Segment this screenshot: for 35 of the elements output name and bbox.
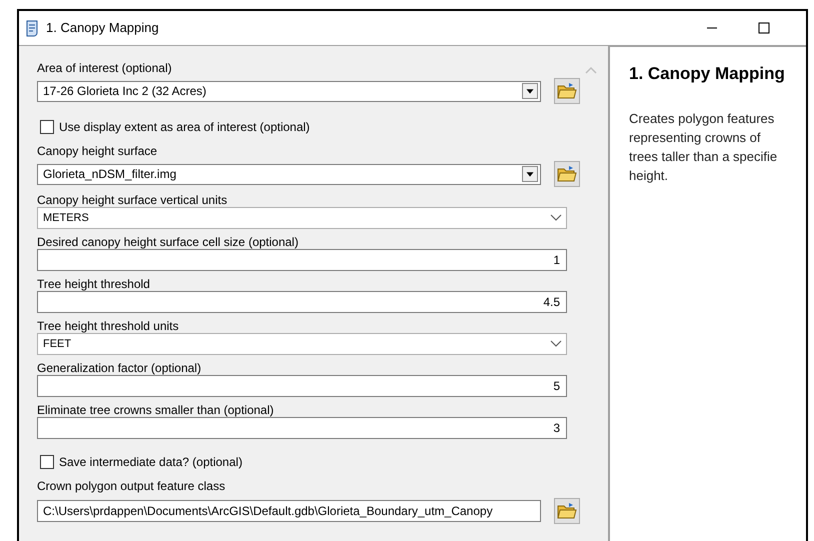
script-icon [24, 19, 40, 37]
help-title: 1. Canopy Mapping [629, 63, 786, 85]
folder-icon [557, 82, 577, 100]
help-description: Creates polygon features representing crowns of trees taller than a specifie height. [629, 110, 778, 184]
checkbox[interactable] [40, 455, 54, 469]
field-label: Crown polygon output feature class [37, 479, 226, 493]
field-label: Canopy height surface [37, 144, 158, 158]
field-label: Desired canopy height surface cell size (optional) [37, 235, 300, 249]
field-label: Area of interest (optional) [37, 61, 173, 75]
folder-icon [557, 502, 577, 520]
number-field[interactable]: 3 [37, 417, 567, 439]
dropdown[interactable]: METERS [37, 207, 567, 229]
field-label: Save intermediate data? (optional) [59, 455, 242, 469]
number-field[interactable]: 1 [37, 249, 567, 271]
checkbox[interactable] [40, 120, 54, 134]
combo-box[interactable]: Glorieta_nDSM_filter.img [37, 164, 541, 184]
field-label: Tree height threshold [37, 277, 151, 291]
browse-button[interactable] [554, 161, 580, 187]
chevron-down-icon [550, 340, 562, 348]
field-label: Tree height threshold units [37, 319, 180, 333]
chevron-down-icon [550, 214, 562, 222]
field-label: Eliminate tree crowns smaller than (optional) [37, 403, 275, 417]
browse-button[interactable] [554, 498, 580, 524]
combo-box[interactable]: 17-26 Glorieta Inc 2 (32 Acres) [37, 80, 541, 102]
field-label: Use display extent as area of interest (optional) [59, 120, 310, 134]
number-field[interactable]: 5 [37, 375, 567, 397]
field-label: Generalization factor (optional) [37, 361, 202, 375]
window-title: 1. Canopy Mapping [46, 19, 160, 38]
maximize-icon[interactable] [758, 22, 770, 34]
dropdown[interactable]: FEET [37, 333, 567, 355]
browse-button[interactable] [554, 78, 580, 104]
folder-icon [557, 165, 577, 183]
input-field[interactable]: C:\Users\prdappen\Documents\ArcGIS\Default.gdb\Glorieta_Boundary_utm_Canopy [37, 500, 541, 522]
field-label: Canopy height surface vertical units [37, 193, 228, 207]
number-field[interactable]: 4.5 [37, 291, 567, 313]
